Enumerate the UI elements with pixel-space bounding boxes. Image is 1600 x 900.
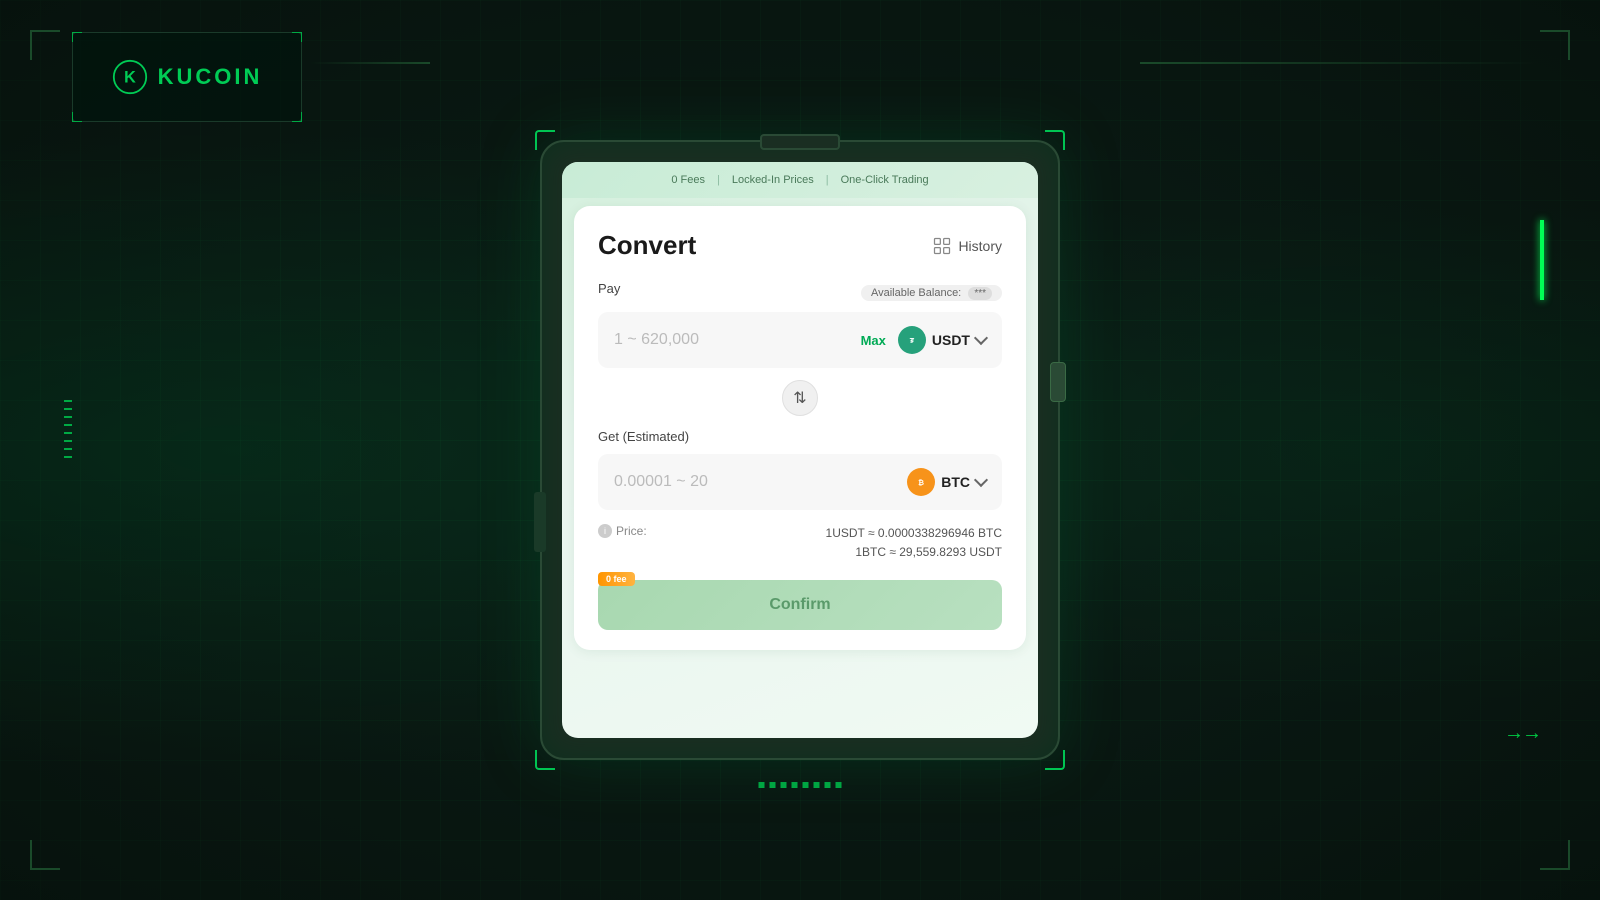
hud-line-top-left	[310, 62, 430, 64]
history-icon	[932, 236, 952, 256]
get-input-row[interactable]: 0.00001 ~ 20 ₿ BTC	[598, 454, 1002, 510]
pay-label: Pay	[598, 281, 620, 296]
btc-icon: ₿	[907, 468, 935, 496]
pay-section: Pay Available Balance: *** 1 ~ 620,000 M…	[598, 281, 1002, 368]
get-token-selector[interactable]: ₿ BTC	[907, 468, 986, 496]
pay-amount-input[interactable]: 1 ~ 620,000	[614, 331, 861, 349]
feature-divider-2: |	[826, 174, 829, 186]
price-label: i Price:	[598, 524, 647, 538]
device-side-button-left	[534, 492, 546, 552]
confirm-button[interactable]: Confirm	[598, 580, 1002, 630]
pay-token-chevron	[974, 331, 988, 345]
feature-divider-1: |	[717, 174, 720, 186]
feature-bar: 0 Fees | Locked-In Prices | One-Click Tr…	[562, 162, 1038, 198]
get-label: Get (Estimated)	[598, 429, 689, 444]
feature-item-fees: 0 Fees	[671, 174, 705, 186]
price-info-icon: i	[598, 524, 612, 538]
pay-token-name: USDT	[932, 332, 970, 348]
feature-item-trading: One-Click Trading	[841, 174, 929, 186]
get-token-chevron	[974, 473, 988, 487]
device-screen: 0 Fees | Locked-In Prices | One-Click Tr…	[562, 162, 1038, 738]
get-token-name: BTC	[941, 474, 970, 490]
pay-input-row[interactable]: 1 ~ 620,000 Max ₮ USDT	[598, 312, 1002, 368]
get-section: Get (Estimated) 0.00001 ~ 20 ₿ BTC	[598, 428, 1002, 510]
pay-token-selector[interactable]: ₮ USDT	[898, 326, 986, 354]
price-line-1: 1USDT ≈ 0.0000338296946 BTC	[826, 524, 1002, 543]
device-frame: 0 Fees | Locked-In Prices | One-Click Tr…	[540, 140, 1060, 760]
price-row: i Price: 1USDT ≈ 0.0000338296946 BTC 1BT…	[598, 510, 1002, 566]
device-side-button-right	[1050, 362, 1066, 402]
card-title: Convert	[598, 230, 696, 261]
brand-name: KUCOIN	[158, 64, 263, 90]
price-line-2: 1BTC ≈ 29,559.8293 USDT	[826, 543, 1002, 562]
logo-container[interactable]: K KUCOIN	[72, 32, 302, 122]
card-header: Convert History	[598, 230, 1002, 261]
convert-card: Convert History Pay	[574, 206, 1026, 650]
svg-text:K: K	[124, 68, 136, 86]
confirm-button-wrapper: 0 fee Confirm	[598, 580, 1002, 630]
zero-fee-tag: 0 fee	[598, 572, 635, 586]
hud-arrows-right: →→	[1504, 722, 1540, 745]
hud-bottom-dashes	[759, 782, 842, 788]
kucoin-logo-icon: K	[112, 59, 148, 95]
hud-left-dashes	[64, 400, 72, 458]
device-notch	[760, 134, 840, 150]
swap-button[interactable]: ⇅	[782, 380, 818, 416]
price-values: 1USDT ≈ 0.0000338296946 BTC 1BTC ≈ 29,55…	[826, 524, 1002, 562]
usdt-icon: ₮	[898, 326, 926, 354]
svg-text:₮: ₮	[910, 336, 915, 345]
device-frame-outer: 0 Fees | Locked-In Prices | One-Click Tr…	[535, 130, 1065, 770]
history-label: History	[958, 238, 1002, 254]
hud-line-top-right	[1140, 62, 1540, 64]
hud-accent-right	[1540, 220, 1544, 300]
svg-text:₿: ₿	[918, 478, 924, 487]
feature-item-prices: Locked-In Prices	[732, 174, 814, 186]
available-balance-badge: Available Balance: ***	[861, 285, 1002, 301]
swap-area: ⇅	[598, 368, 1002, 428]
get-amount-input[interactable]: 0.00001 ~ 20	[614, 473, 907, 491]
max-button[interactable]: Max	[861, 333, 886, 348]
history-button[interactable]: History	[932, 236, 1002, 256]
